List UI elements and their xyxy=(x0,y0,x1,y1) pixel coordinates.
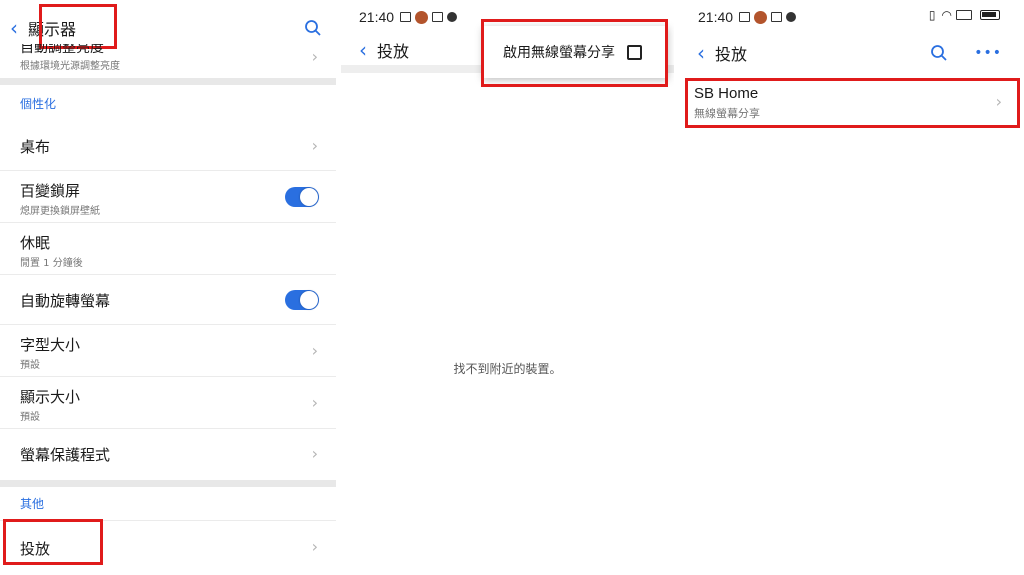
font-size-row[interactable]: 字型大小 預設 › xyxy=(0,325,336,377)
wifi-icon: ◠ xyxy=(941,8,952,22)
shield-notification-icon xyxy=(447,12,458,22)
status-bar: 21:40 xyxy=(698,8,800,26)
chevron-right-icon: › xyxy=(311,393,318,412)
battery-icon xyxy=(980,10,1000,20)
back-arrow-icon[interactable]: ‹ xyxy=(349,38,377,62)
sim-icon xyxy=(956,10,972,20)
image-notification-icon xyxy=(739,12,751,22)
display-settings-panel: ‹ 顯示器 自動調整亮度 根據環境光源調整亮度 › 個性化 桌布 › 百變鎖屏 … xyxy=(0,0,336,575)
back-arrow-icon[interactable]: ‹ xyxy=(0,16,28,40)
shield-notification-icon xyxy=(786,12,797,22)
chevron-right-icon: › xyxy=(311,341,318,360)
auto-rotate-row[interactable]: 自動旋轉螢幕 xyxy=(0,275,336,325)
search-icon[interactable] xyxy=(930,44,948,62)
cast-panel-device: 21:40 ▯ ◠ ‹ 投放 ••• SB Home 無線螢幕分享 › xyxy=(681,0,1024,575)
image-notification-icon xyxy=(400,12,412,22)
back-arrow-icon[interactable]: ‹ xyxy=(687,41,715,65)
page-title: 投放 xyxy=(377,42,410,61)
chevron-right-icon: › xyxy=(311,47,318,66)
highlight-box-menu xyxy=(481,19,668,87)
highlight-box-cast xyxy=(3,519,103,565)
highlight-box-device xyxy=(685,78,1020,128)
avatar-notification-icon xyxy=(754,10,768,24)
sleep-row[interactable]: 休眠 閒置 1 分鐘後 xyxy=(0,223,336,275)
highlight-box-title xyxy=(39,4,117,49)
empty-state-message: 找不到附近的裝置。 xyxy=(453,362,562,376)
chevron-right-icon: › xyxy=(311,444,318,463)
status-bar: 21:40 xyxy=(359,8,461,26)
mail-notification-icon xyxy=(432,12,444,22)
more-options-icon[interactable]: ••• xyxy=(974,45,1002,61)
mail-notification-icon xyxy=(771,12,783,22)
avatar-notification-icon xyxy=(415,10,429,24)
section-other: 其他 xyxy=(20,497,45,511)
lockscreen-toggle[interactable] xyxy=(285,187,319,207)
wallpaper-row[interactable]: 桌布 › xyxy=(0,120,336,171)
auto-rotate-toggle[interactable] xyxy=(285,290,319,310)
cast-header: ‹ 投放 ••• xyxy=(681,33,1024,73)
chevron-right-icon: › xyxy=(311,136,318,155)
screensaver-row[interactable]: 螢幕保護程式 › xyxy=(0,429,336,479)
section-personalization: 個性化 xyxy=(20,97,57,111)
search-icon[interactable] xyxy=(304,19,322,37)
page-title: 投放 xyxy=(715,45,748,64)
cast-panel-empty: 21:40 ‹ 投放 啟用無線螢幕分享 找不到附近的裝置。 xyxy=(341,0,674,575)
adaptive-brightness-row[interactable]: 自動調整亮度 根據環境光源調整亮度 › xyxy=(0,44,336,76)
display-size-row[interactable]: 顯示大小 預設 › xyxy=(0,377,336,429)
chevron-right-icon: › xyxy=(311,537,318,556)
lockscreen-row[interactable]: 百變鎖屏 熄屏更換鎖屏壁紙 xyxy=(0,171,336,223)
vibrate-icon: ▯ xyxy=(928,8,936,22)
